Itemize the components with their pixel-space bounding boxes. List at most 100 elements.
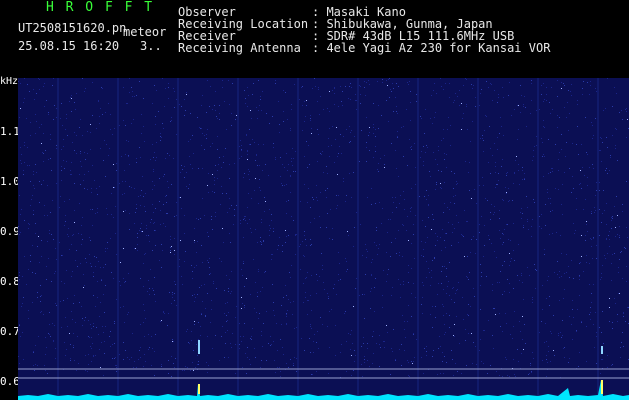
noise-pixel [44,83,45,84]
noise-pixel [619,259,620,260]
noise-pixel [541,138,542,139]
noise-pixel [581,321,582,322]
noise-pixel [476,203,477,204]
noise-pixel [197,241,198,242]
noise-pixel [602,142,603,143]
noise-pixel [137,244,138,245]
noise-pixel [114,343,115,344]
noise-pixel [129,229,130,230]
noise-pixel [258,318,259,319]
noise-pixel [345,201,346,202]
noise-pixel [369,127,370,128]
noise-pixel [463,319,464,320]
noise-pixel [533,156,534,157]
noise-pixel [455,293,456,294]
noise-pixel [532,160,533,161]
noise-pixel [291,161,292,162]
count: 3.. [140,39,162,53]
noise-pixel [391,295,392,296]
noise-pixel [523,106,524,107]
noise-pixel [499,375,500,376]
noise-pixel [185,366,186,367]
noise-pixel [411,207,412,208]
noise-pixel [506,323,507,324]
noise-pixel [470,141,471,142]
noise-pixel [422,313,423,314]
noise-pixel [134,188,135,189]
noise-pixel [184,177,185,178]
noise-pixel [260,291,261,292]
noise-pixel [272,284,273,285]
noise-pixel [510,261,511,262]
noise-pixel [410,120,411,121]
noise-pixel [623,313,624,314]
noise-pixel [98,100,99,101]
noise-pixel [261,110,262,111]
noise-pixel [63,146,64,147]
noise-pixel [596,182,597,183]
noise-pixel [229,198,230,199]
noise-pixel [602,213,603,214]
noise-pixel [626,137,627,138]
noise-pixel [622,332,623,333]
noise-pixel [316,371,317,372]
noise-pixel [473,85,474,86]
noise-pixel [485,198,486,199]
noise-pixel [243,336,244,337]
noise-pixel [189,184,190,185]
noise-pixel [541,85,542,86]
noise-pixel [581,322,582,323]
noise-pixel [214,192,215,193]
noise-pixel [534,146,535,147]
noise-pixel [401,344,402,345]
noise-pixel [269,123,270,124]
noise-pixel [47,215,48,216]
noise-pixel [76,250,77,251]
noise-pixel [324,289,325,290]
noise-pixel [316,293,317,294]
noise-pixel [349,173,350,174]
noise-pixel [611,220,612,221]
noise-pixel [217,136,218,137]
noise-pixel [364,81,365,82]
noise-pixel [70,344,71,345]
noise-pixel [428,217,429,218]
noise-pixel [136,162,137,163]
noise-pixel [24,220,25,221]
noise-pixel [497,149,498,150]
noise-pixel [152,181,153,182]
noise-pixel [90,346,91,347]
noise-pixel [489,126,490,127]
noise-pixel [288,235,289,236]
noise-pixel [187,329,188,330]
noise-pixel [79,127,80,128]
noise-pixel [19,279,20,280]
noise-pixel [520,331,521,332]
noise-pixel [552,210,553,211]
noise-pixel [243,261,244,262]
noise-pixel [144,141,145,142]
noise-pixel [184,115,185,116]
noise-pixel [527,219,528,220]
noise-pixel [128,155,129,156]
noise-pixel [518,164,519,165]
noise-pixel [103,332,104,333]
noise-pixel [115,357,116,358]
noise-pixel [444,153,445,154]
noise-pixel [397,137,398,138]
noise-pixel [124,170,125,171]
noise-pixel [54,325,55,326]
noise-pixel [552,168,553,169]
noise-pixel [564,357,565,358]
noise-pixel [386,100,387,101]
noise-pixel [56,145,57,146]
noise-pixel [201,245,202,246]
noise-pixel [617,160,618,161]
noise-pixel [436,182,437,183]
noise-pixel [380,158,381,159]
noise-pixel [26,118,27,119]
noise-pixel [259,313,260,314]
noise-pixel [591,302,592,303]
noise-pixel [206,138,207,139]
noise-pixel [499,282,500,283]
